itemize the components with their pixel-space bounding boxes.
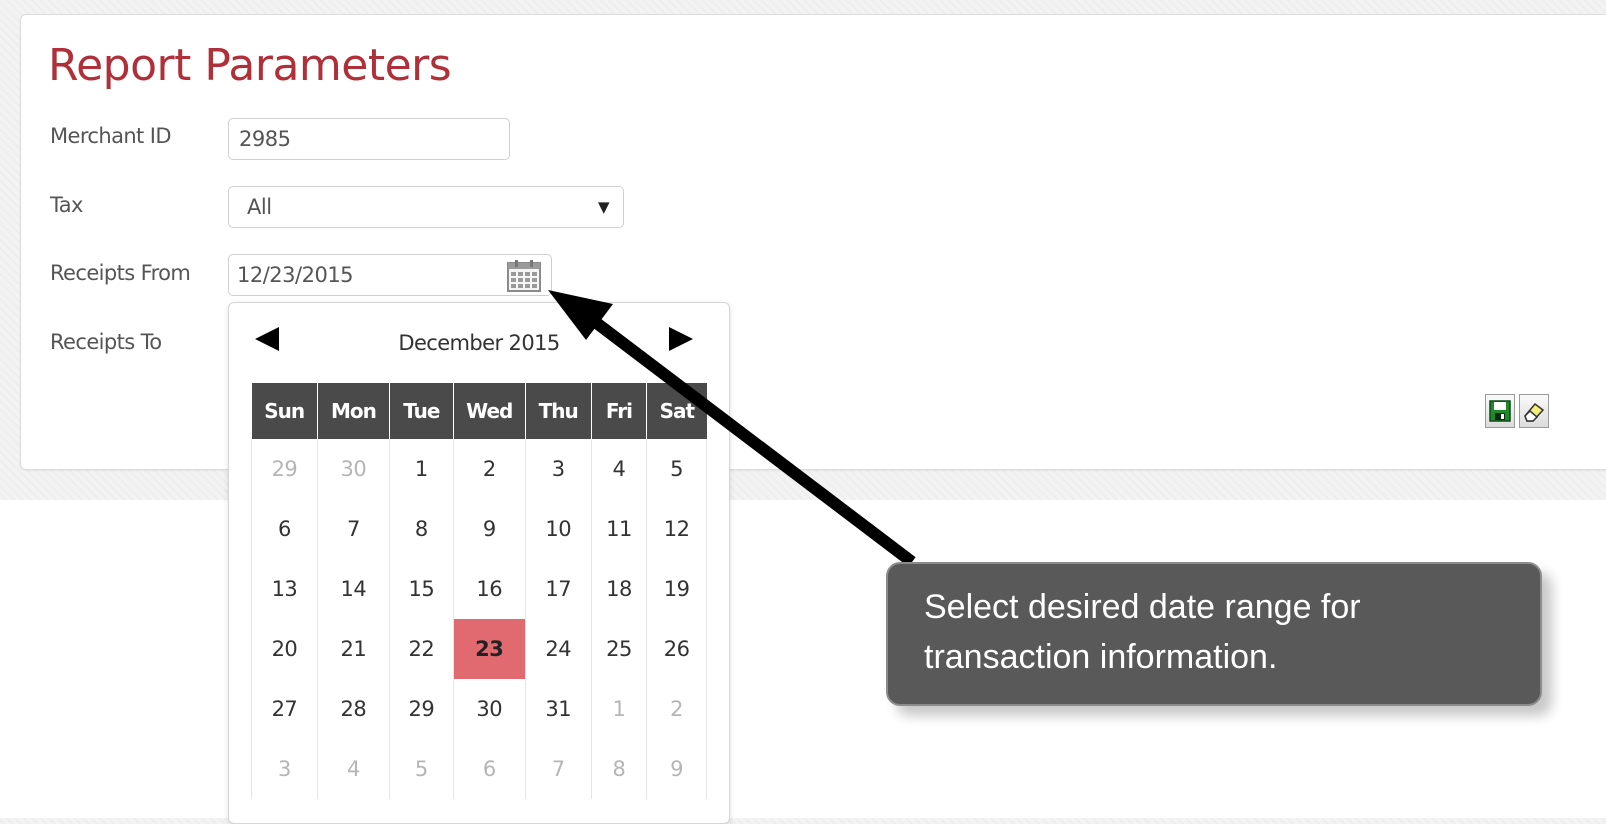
merchant-id-label: Merchant ID <box>50 124 172 148</box>
instruction-callout: Select desired date range for transactio… <box>886 562 1542 706</box>
datepicker-day[interactable]: 7 <box>524 739 592 799</box>
weekday-header: Mon <box>316 383 390 439</box>
datepicker-week-row: 27 28 29 30 31 1 2 <box>251 679 707 739</box>
datepicker-days: 29 30 1 2 3 4 5 6 7 8 9 10 11 12 13 14 15 16 17 18 19 20 21 22 2… <box>251 439 707 799</box>
datepicker-day[interactable]: 17 <box>524 559 592 619</box>
callout-text: Select desired date range for transactio… <box>924 588 1361 676</box>
datepicker-month-label: December 2015 <box>398 331 560 355</box>
save-icon <box>1489 400 1511 422</box>
weekday-header: Sat <box>646 383 707 439</box>
datepicker-day[interactable]: 2 <box>646 679 707 739</box>
weekday-header: Sun <box>251 383 318 439</box>
datepicker-day[interactable]: 30 <box>452 679 526 739</box>
datepicker-day[interactable]: 22 <box>388 619 454 679</box>
datepicker-day[interactable]: 13 <box>251 559 318 619</box>
weekday-header: Wed <box>452 383 526 439</box>
datepicker-day[interactable]: 27 <box>251 679 318 739</box>
datepicker-day[interactable]: 28 <box>316 679 390 739</box>
datepicker-day[interactable]: 15 <box>388 559 454 619</box>
page-title: Report Parameters <box>48 40 452 91</box>
datepicker-day[interactable]: 3 <box>251 739 318 799</box>
datepicker-day[interactable]: 19 <box>646 559 707 619</box>
datepicker-week-row: 13 14 15 16 17 18 19 <box>251 559 707 619</box>
datepicker-day[interactable]: 31 <box>524 679 592 739</box>
datepicker-day[interactable]: 9 <box>646 739 707 799</box>
datepicker-day[interactable]: 1 <box>388 439 454 499</box>
datepicker-day[interactable]: 5 <box>388 739 454 799</box>
merchant-id-input[interactable]: 2985 <box>228 118 510 160</box>
datepicker-day[interactable]: 26 <box>646 619 707 679</box>
datepicker-day[interactable]: 14 <box>316 559 390 619</box>
weekday-header: Fri <box>590 383 647 439</box>
datepicker-day[interactable]: 16 <box>452 559 526 619</box>
tax-select[interactable]: All ▼ <box>228 186 624 228</box>
receipts-to-label: Receipts To <box>50 330 162 354</box>
datepicker-day[interactable]: 25 <box>590 619 648 679</box>
datepicker-day[interactable]: 29 <box>251 439 318 499</box>
datepicker-day[interactable]: 8 <box>388 499 454 559</box>
datepicker-day[interactable]: 21 <box>316 619 390 679</box>
datepicker-day[interactable]: 20 <box>251 619 318 679</box>
datepicker-day[interactable]: 9 <box>452 499 526 559</box>
merchant-id-value: 2985 <box>239 127 291 151</box>
receipts-from-input[interactable]: 12/23/2015 <box>228 254 552 296</box>
weekday-header-row: Sun Mon Tue Wed Thu Fri Sat <box>251 383 707 439</box>
datepicker-popup: December 2015 Sun Mon Tue Wed Thu Fri Sa… <box>228 302 730 824</box>
datepicker-day-selected[interactable]: 23 <box>452 619 526 679</box>
datepicker-day[interactable]: 30 <box>316 439 390 499</box>
tax-label: Tax <box>50 193 83 217</box>
save-button[interactable] <box>1485 394 1515 428</box>
datepicker-day[interactable]: 8 <box>590 739 648 799</box>
datepicker-day[interactable]: 29 <box>388 679 454 739</box>
datepicker-day[interactable]: 12 <box>646 499 707 559</box>
datepicker-week-row: 3456789 <box>251 739 707 799</box>
datepicker-day[interactable]: 11 <box>590 499 648 559</box>
datepicker-day[interactable]: 4 <box>590 439 648 499</box>
datepicker-day[interactable]: 5 <box>646 439 707 499</box>
dropdown-arrow-icon: ▼ <box>597 198 610 216</box>
tax-selected-value: All <box>247 195 272 219</box>
weekday-header: Thu <box>524 383 592 439</box>
calendar-icon[interactable] <box>507 260 541 292</box>
datepicker-week-row: 29 30 1 2 3 4 5 <box>251 439 707 499</box>
weekday-header: Tue <box>388 383 454 439</box>
receipts-from-label: Receipts From <box>50 261 191 285</box>
clear-button[interactable] <box>1519 394 1549 428</box>
datepicker-day[interactable]: 6 <box>452 739 526 799</box>
datepicker-day[interactable]: 18 <box>590 559 648 619</box>
datepicker-day[interactable]: 1 <box>590 679 648 739</box>
receipts-from-value: 12/23/2015 <box>237 263 354 287</box>
datepicker-week-row: 20 21 22 23 24 25 26 <box>251 619 707 679</box>
datepicker-day[interactable]: 3 <box>524 439 592 499</box>
datepicker-day[interactable]: 24 <box>524 619 592 679</box>
datepicker-day[interactable]: 4 <box>316 739 390 799</box>
clear-icon <box>1524 402 1545 422</box>
datepicker-day[interactable]: 10 <box>524 499 592 559</box>
next-month-icon[interactable] <box>663 321 699 357</box>
datepicker-day[interactable]: 6 <box>251 499 318 559</box>
datepicker-week-row: 6 7 8 9 10 11 12 <box>251 499 707 559</box>
datepicker-grid: Sun Mon Tue Wed Thu Fri Sat 29 30 1 2 3 4 5 6 7 8… <box>251 383 707 799</box>
datepicker-day[interactable]: 2 <box>452 439 526 499</box>
datepicker-day[interactable]: 7 <box>316 499 390 559</box>
